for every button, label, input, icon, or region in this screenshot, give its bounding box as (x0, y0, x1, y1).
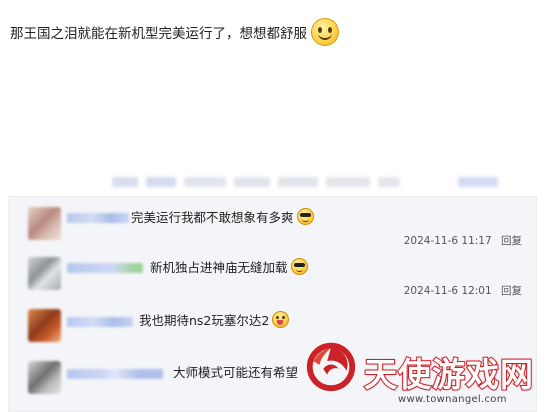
watermark-url: www.townangel.com (398, 394, 507, 405)
blurred-action-3[interactable] (184, 177, 226, 187)
post-action-bar-blurred (108, 168, 542, 196)
smiley-face-icon (311, 18, 339, 46)
comment-item: 新机独占进神庙无缝加载 2024-11-6 12:01 回复 (9, 253, 536, 305)
reply-link[interactable]: 回复 (501, 235, 522, 247)
comment-text: 我也期待ns2玩塞尔达2 (139, 313, 270, 328)
username-blurred[interactable] (67, 213, 129, 223)
blurred-action-4[interactable] (234, 177, 270, 187)
blurred-action-5[interactable] (278, 177, 318, 187)
post-text-line: 那王国之泪就能在新机型完美运行了，想想都舒服 (10, 18, 339, 46)
comment-item: 完美运行我都不敢想象有多爽 2024-11-6 11:17 回复 (9, 205, 536, 257)
comment-text: 大师模式可能还有希望 (173, 365, 299, 380)
avatar[interactable] (28, 361, 61, 394)
username-blurred[interactable] (67, 263, 143, 273)
avatar[interactable] (28, 257, 61, 290)
comment-content: 我也期待ns2玩塞尔达2 (139, 310, 290, 329)
cool-sunglasses-emoji-icon (296, 208, 314, 225)
comment-timestamp: 2024-11-6 12:01 (403, 285, 492, 297)
blurred-action-1[interactable] (112, 177, 138, 187)
blurred-action-2[interactable] (146, 177, 176, 187)
comment-meta: 2024-11-6 12:01 回复 (404, 283, 522, 298)
phoenix-logo-icon (306, 342, 356, 392)
post-text: 那王国之泪就能在新机型完美运行了，想想都舒服 (10, 26, 307, 42)
avatar[interactable] (28, 207, 61, 240)
username-blurred[interactable] (67, 317, 133, 327)
cool-sunglasses-emoji-icon (290, 258, 308, 275)
comment-content: 完美运行我都不敢想象有多爽 (131, 207, 314, 226)
wink-tongue-emoji-icon (272, 311, 290, 328)
comment-content: 新机独占进神庙无缝加载 (150, 257, 308, 276)
username-blurred[interactable] (67, 369, 163, 379)
comment-text: 完美运行我都不敢想象有多爽 (131, 210, 294, 225)
blurred-action-6[interactable] (326, 177, 370, 187)
comment-content: 大师模式可能还有希望 (173, 362, 298, 381)
watermark: 天使游戏网 www.townangel.com (300, 330, 550, 410)
comment-meta: 2024-11-6 11:17 回复 (404, 233, 522, 248)
watermark-title: 天使游戏网 (363, 354, 534, 395)
blurred-action-7[interactable] (378, 177, 400, 187)
comment-text: 新机独占进神庙无缝加载 (150, 260, 288, 275)
comment-timestamp: 2024-11-6 11:17 (403, 235, 492, 247)
avatar[interactable] (28, 309, 61, 342)
blurred-action-8[interactable] (458, 177, 498, 187)
reply-link[interactable]: 回复 (501, 285, 522, 297)
